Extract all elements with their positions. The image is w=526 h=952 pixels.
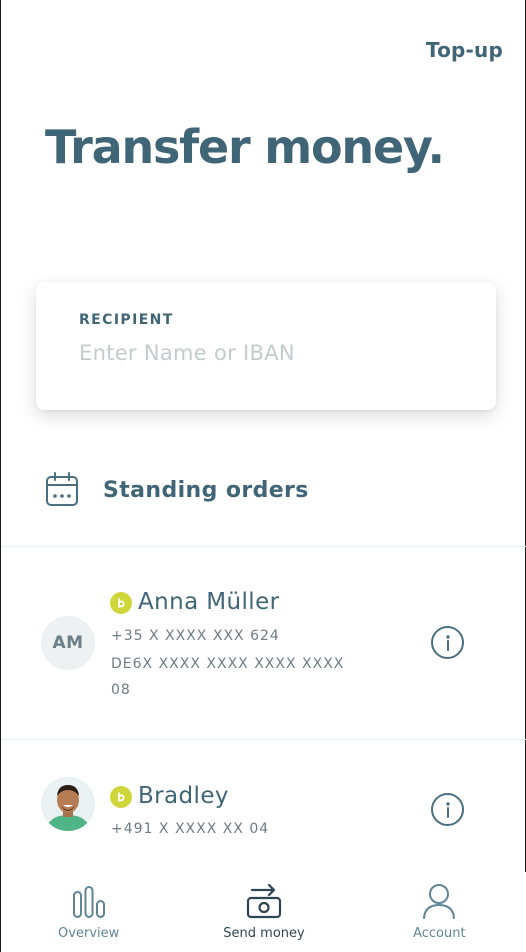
send-money-icon [244,872,284,920]
contact-row-bradley[interactable]: Bradley +491 X XXXX XX 04 [1,740,526,870]
contact-iban: DE6X XXXX XXXX XXXX XXXX 08 [111,656,345,698]
tab-send-money[interactable]: Send money [176,872,351,952]
tab-account[interactable]: Account [352,872,526,952]
tab-overview[interactable]: Overview [1,872,176,952]
contact-row-anna[interactable]: AM Anna Müller +35 X XXXX XXX 624 DE6X X… [1,547,526,739]
bar-chart-icon [71,872,107,920]
user-icon [421,872,457,920]
recipient-input[interactable] [79,336,459,370]
standing-orders-row[interactable]: Standing orders [45,468,485,512]
recipient-card[interactable]: RECIPIENT [36,282,496,410]
avatar: AM [41,616,95,670]
tab-label: Send money [223,926,305,941]
avatar-photo [41,777,95,831]
bank-badge-icon [110,786,132,808]
topup-link[interactable]: Top-up [426,38,503,62]
recipient-label: RECIPIENT [79,312,174,328]
calendar-icon [45,472,79,508]
contact-name: Anna Müller [138,589,280,615]
contact-name: Bradley [138,783,229,809]
info-icon [445,634,450,651]
standing-orders-label: Standing orders [103,477,309,503]
info-button[interactable] [431,793,464,826]
bottom-tab-bar: Overview Send money Account [1,872,526,952]
info-button[interactable] [431,626,464,659]
tab-label: Overview [58,926,120,941]
bank-badge-icon [110,592,132,614]
contact-phone: +491 X XXXX XX 04 [111,821,270,837]
tab-label: Account [413,926,466,941]
contact-phone: +35 X XXXX XXX 624 [111,628,280,644]
info-icon [445,801,450,818]
page-title: Transfer money. [45,120,445,174]
